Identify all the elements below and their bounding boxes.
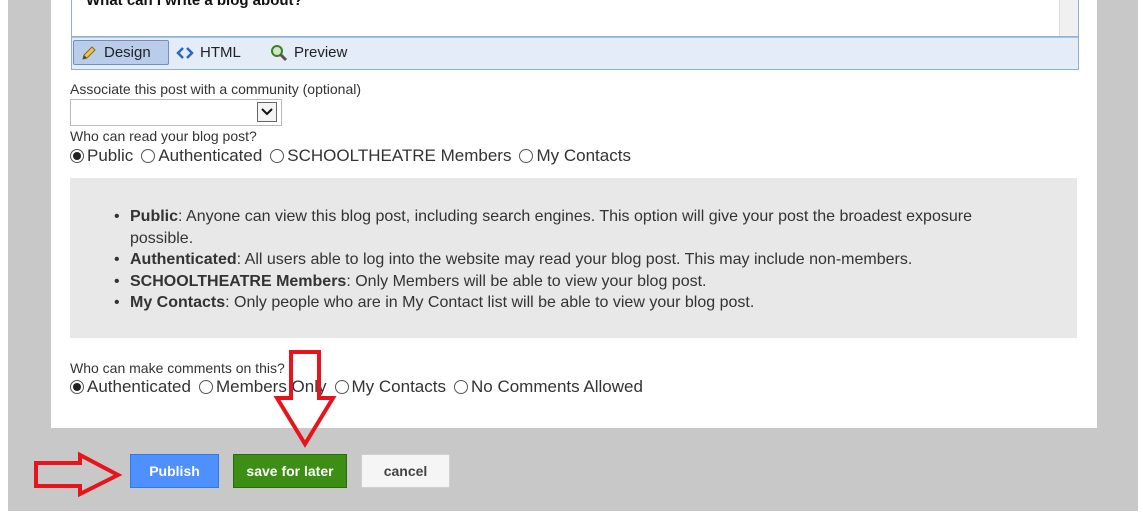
community-label: Associate this post with a community (op… bbox=[70, 81, 362, 97]
info-term: SCHOOLTHEATRE Members bbox=[130, 272, 347, 290]
info-text: : Only people who are in My Contact list… bbox=[225, 294, 755, 311]
list-item: Authenticated: All users able to log int… bbox=[114, 249, 1000, 271]
visibility-info-list: Public: Anyone can view this blog post, … bbox=[114, 206, 1000, 314]
read-option-label: My Contacts bbox=[536, 146, 631, 165]
read-access-label: Who can read your blog post? bbox=[70, 128, 257, 144]
read-access-radio-group: Public Authenticated SCHOOLTHEATRE Membe… bbox=[70, 146, 639, 166]
tab-design-label: Design bbox=[104, 44, 151, 61]
editor-mode-toolbar: Design HTML Preview bbox=[71, 37, 1079, 70]
comment-option-members-only[interactable]: Members Only bbox=[198, 377, 327, 397]
comments-radio-group: Authenticated Members Only My Contacts N… bbox=[70, 377, 651, 397]
read-option-label: SCHOOLTHEATRE Members bbox=[287, 146, 512, 165]
radio-button[interactable] bbox=[519, 149, 534, 163]
radio-button[interactable] bbox=[70, 380, 84, 394]
radio-button[interactable] bbox=[198, 380, 213, 394]
magnifier-icon bbox=[270, 44, 288, 62]
read-option-authenticated[interactable]: Authenticated bbox=[141, 146, 262, 166]
info-term: Public bbox=[130, 208, 179, 225]
read-option-label: Authenticated bbox=[158, 146, 263, 165]
comments-label: Who can make comments on this? bbox=[70, 360, 285, 376]
comment-option-label: My Contacts bbox=[351, 377, 446, 396]
editor-scrollbar[interactable] bbox=[1059, 0, 1078, 36]
chevron-down-icon[interactable] bbox=[257, 102, 277, 122]
comment-option-label: Members Only bbox=[215, 377, 327, 396]
list-item: SCHOOLTHEATRE Members: Only Members will… bbox=[114, 271, 1000, 293]
radio-button[interactable] bbox=[70, 149, 84, 163]
tab-html-label: HTML bbox=[200, 44, 241, 61]
comment-option-contacts[interactable]: My Contacts bbox=[334, 377, 446, 397]
pencil-icon bbox=[80, 44, 98, 62]
read-option-label: Public bbox=[87, 146, 134, 165]
info-text: : All users able to log into the website… bbox=[236, 251, 913, 268]
comment-option-authenticated[interactable]: Authenticated bbox=[70, 377, 191, 397]
visibility-info-box: Public: Anyone can view this blog post, … bbox=[70, 178, 1077, 338]
radio-button[interactable] bbox=[141, 149, 156, 163]
info-text: : Anyone can view this blog post, includ… bbox=[130, 208, 972, 247]
save-for-later-button[interactable]: save for later bbox=[233, 454, 347, 488]
radio-button[interactable] bbox=[453, 380, 468, 394]
tab-preview[interactable]: Preview bbox=[264, 40, 354, 65]
code-icon bbox=[176, 44, 194, 62]
radio-button[interactable] bbox=[270, 149, 285, 163]
publish-button[interactable]: Publish bbox=[130, 454, 219, 488]
comment-option-none[interactable]: No Comments Allowed bbox=[453, 377, 643, 397]
comment-option-label: Authenticated bbox=[87, 377, 191, 396]
blog-editor-area[interactable]: What can I write a blog about? bbox=[71, 0, 1079, 37]
tab-html[interactable]: HTML bbox=[170, 40, 250, 65]
tab-preview-label: Preview bbox=[294, 44, 348, 61]
radio-button[interactable] bbox=[334, 380, 349, 394]
list-item: My Contacts: Only people who are in My C… bbox=[114, 292, 1000, 314]
info-text: : Only Members will be able to view your… bbox=[346, 272, 707, 290]
info-term: Authenticated bbox=[130, 251, 237, 268]
community-select[interactable] bbox=[70, 99, 282, 126]
info-term: My Contacts bbox=[130, 294, 226, 311]
list-item: Public: Anyone can view this blog post, … bbox=[114, 206, 1000, 249]
cancel-button[interactable]: cancel bbox=[361, 454, 450, 488]
tab-design[interactable]: Design bbox=[73, 40, 169, 65]
read-option-public[interactable]: Public bbox=[70, 146, 133, 166]
editor-text: What can I write a blog about? bbox=[86, 0, 303, 9]
read-option-contacts[interactable]: My Contacts bbox=[519, 146, 631, 166]
read-option-members[interactable]: SCHOOLTHEATRE Members bbox=[270, 146, 511, 166]
comment-option-label: No Comments Allowed bbox=[470, 377, 643, 396]
